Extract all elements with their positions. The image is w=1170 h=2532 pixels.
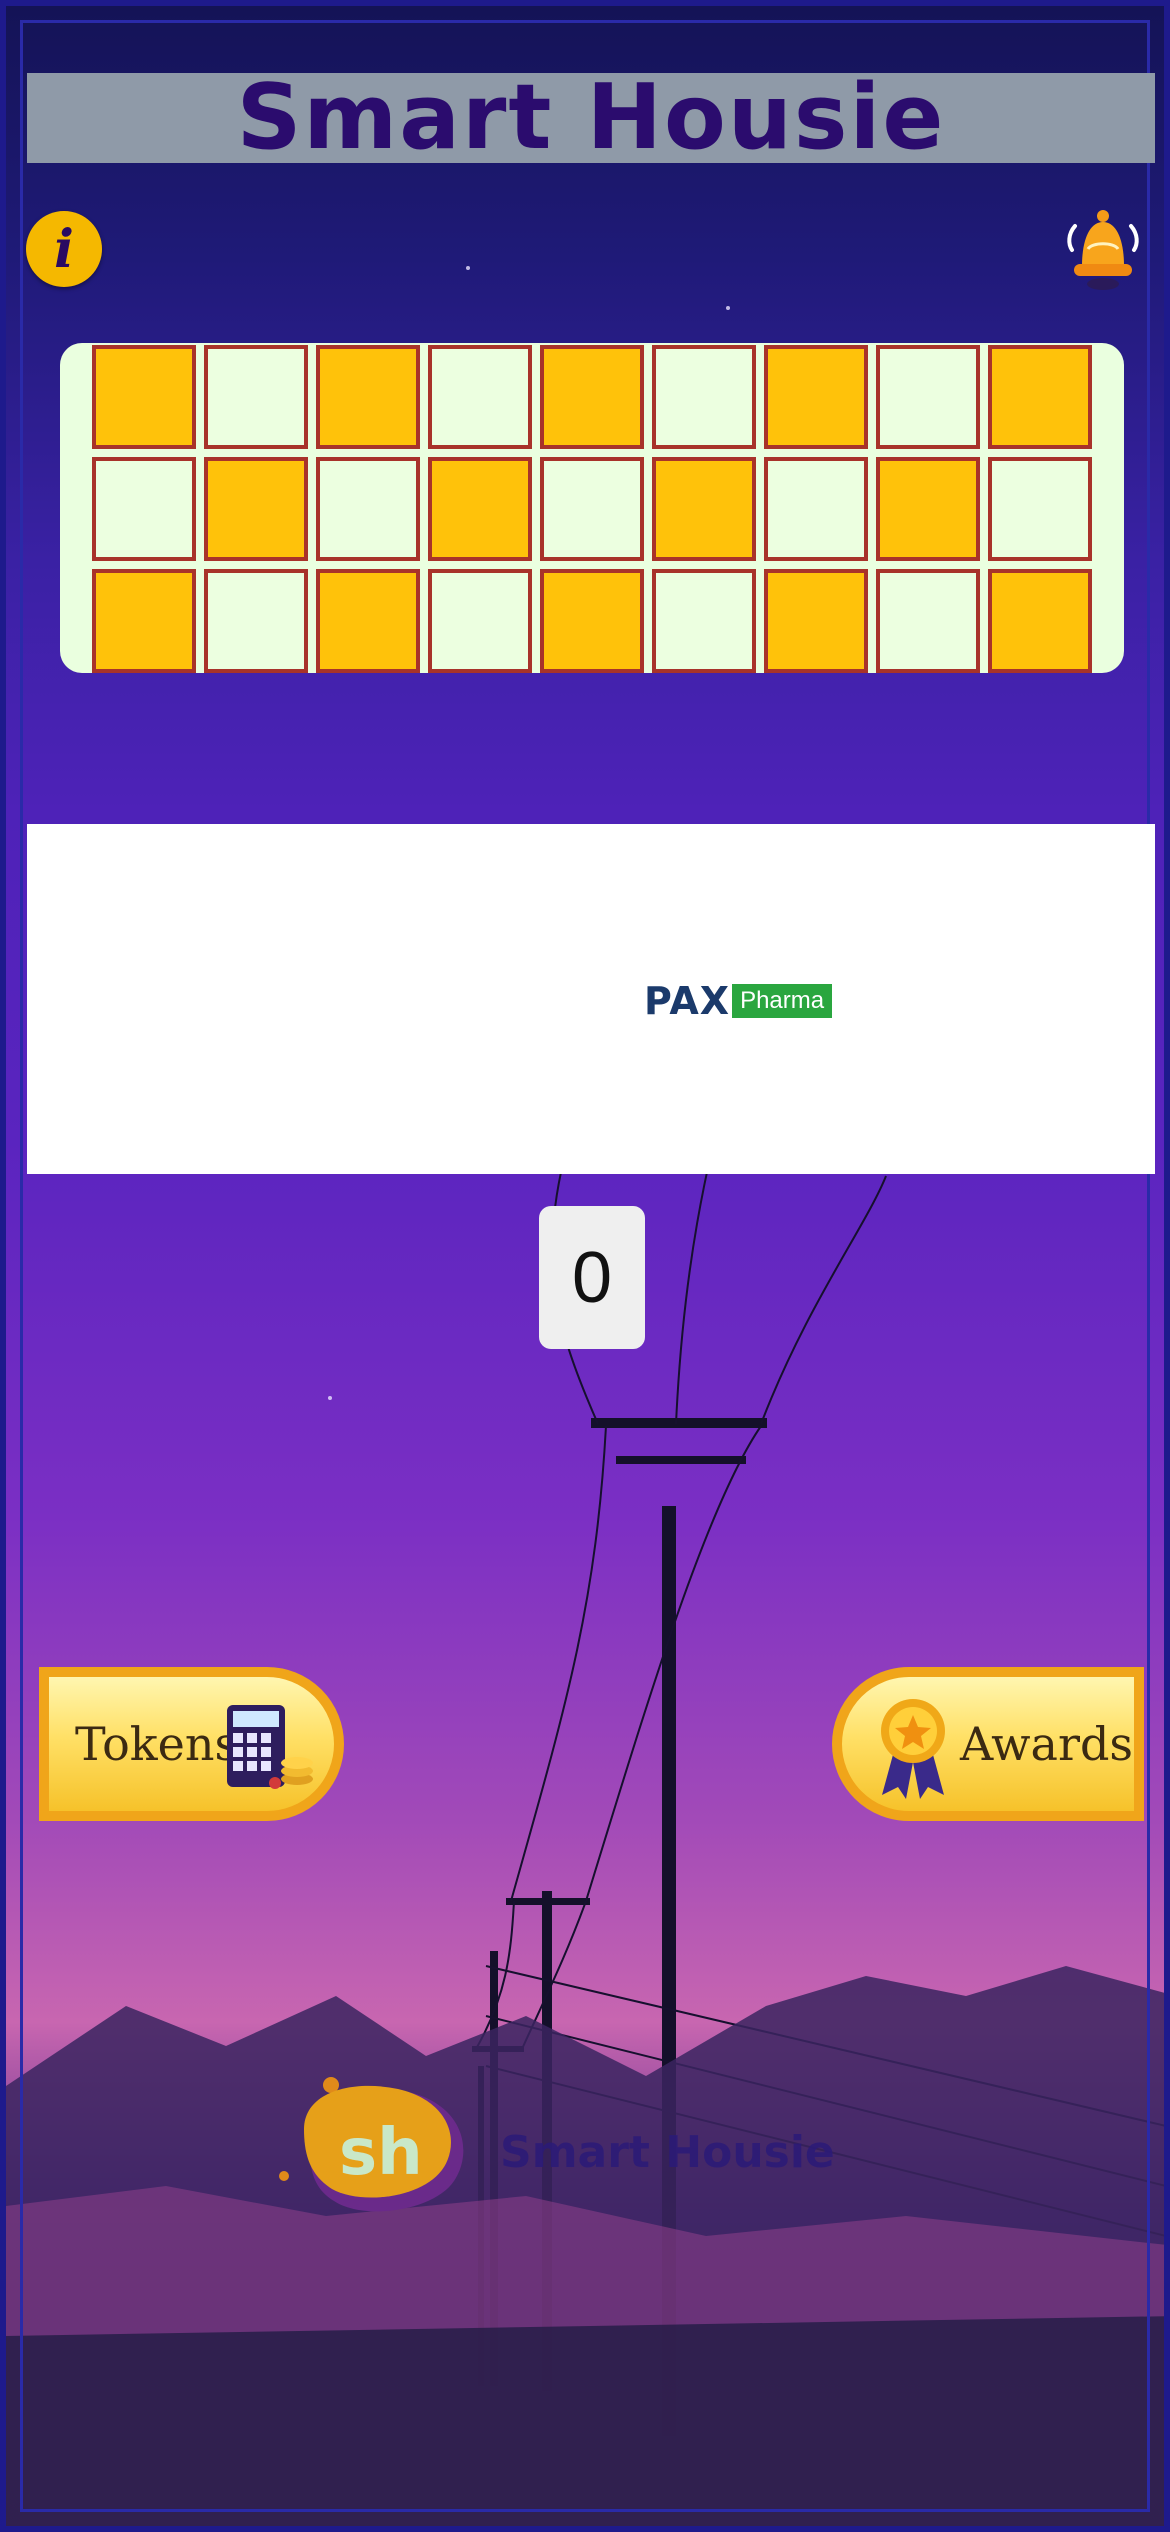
ad-brand: PAX xyxy=(644,979,731,1023)
ticket-cell[interactable] xyxy=(764,569,868,673)
ticket-cell[interactable] xyxy=(988,457,1092,561)
ticket-cell[interactable] xyxy=(92,569,196,673)
ticket-cell[interactable] xyxy=(316,569,420,673)
ticket-cell[interactable] xyxy=(92,345,196,449)
ticket-cell[interactable] xyxy=(540,457,644,561)
ticket-cell[interactable] xyxy=(204,569,308,673)
app-screen: Smart Housie i PAX Pharma 0 Tokens Award… xyxy=(0,0,1170,2532)
bell-icon xyxy=(1067,210,1139,290)
ticket-cell[interactable] xyxy=(428,569,532,673)
ticket-cell[interactable] xyxy=(876,569,980,673)
tokens-label: Tokens xyxy=(75,1717,239,1771)
awards-button[interactable]: Awards xyxy=(832,1667,1144,1821)
info-button[interactable]: i xyxy=(26,211,102,287)
ad-logo[interactable]: PAX Pharma xyxy=(644,979,833,1023)
ticket-cell[interactable] xyxy=(764,457,868,561)
ticket-cell[interactable] xyxy=(316,345,420,449)
called-number-counter: 0 xyxy=(539,1206,645,1349)
ad-tag: Pharma xyxy=(732,984,833,1018)
ticket-cell[interactable] xyxy=(652,457,756,561)
footer-logo-mark: sh xyxy=(339,2116,423,2190)
awards-label: Awards xyxy=(960,1717,1133,1771)
info-icon: i xyxy=(54,218,74,280)
ticket-cell[interactable] xyxy=(428,457,532,561)
ticket-cell[interactable] xyxy=(204,345,308,449)
ticket-cell[interactable] xyxy=(764,345,868,449)
ticket-grid xyxy=(92,345,1092,673)
ticket-cell[interactable] xyxy=(652,345,756,449)
award-ribbon-icon xyxy=(881,1699,945,1799)
app-title: Smart Housie xyxy=(236,65,946,170)
ticket-cell[interactable] xyxy=(652,569,756,673)
ticket-cell[interactable] xyxy=(876,345,980,449)
ticket-cell[interactable] xyxy=(876,457,980,561)
app-header: Smart Housie xyxy=(27,73,1155,163)
ticket-cell[interactable] xyxy=(316,457,420,561)
ticket-cell[interactable] xyxy=(428,345,532,449)
ticket-cell[interactable] xyxy=(204,457,308,561)
ticket-cell[interactable] xyxy=(92,457,196,561)
footer-brand: Smart Housie xyxy=(500,2127,835,2178)
ticket-cell[interactable] xyxy=(988,345,1092,449)
ticket-cell[interactable] xyxy=(988,569,1092,673)
ticket-cell[interactable] xyxy=(540,569,644,673)
housie-ticket xyxy=(60,343,1124,673)
ad-banner[interactable]: PAX Pharma xyxy=(27,824,1155,1174)
calculator-coins-icon xyxy=(227,1705,313,1789)
bell-button[interactable] xyxy=(1060,204,1146,294)
tokens-button[interactable]: Tokens xyxy=(39,1667,344,1821)
ticket-cell[interactable] xyxy=(540,345,644,449)
